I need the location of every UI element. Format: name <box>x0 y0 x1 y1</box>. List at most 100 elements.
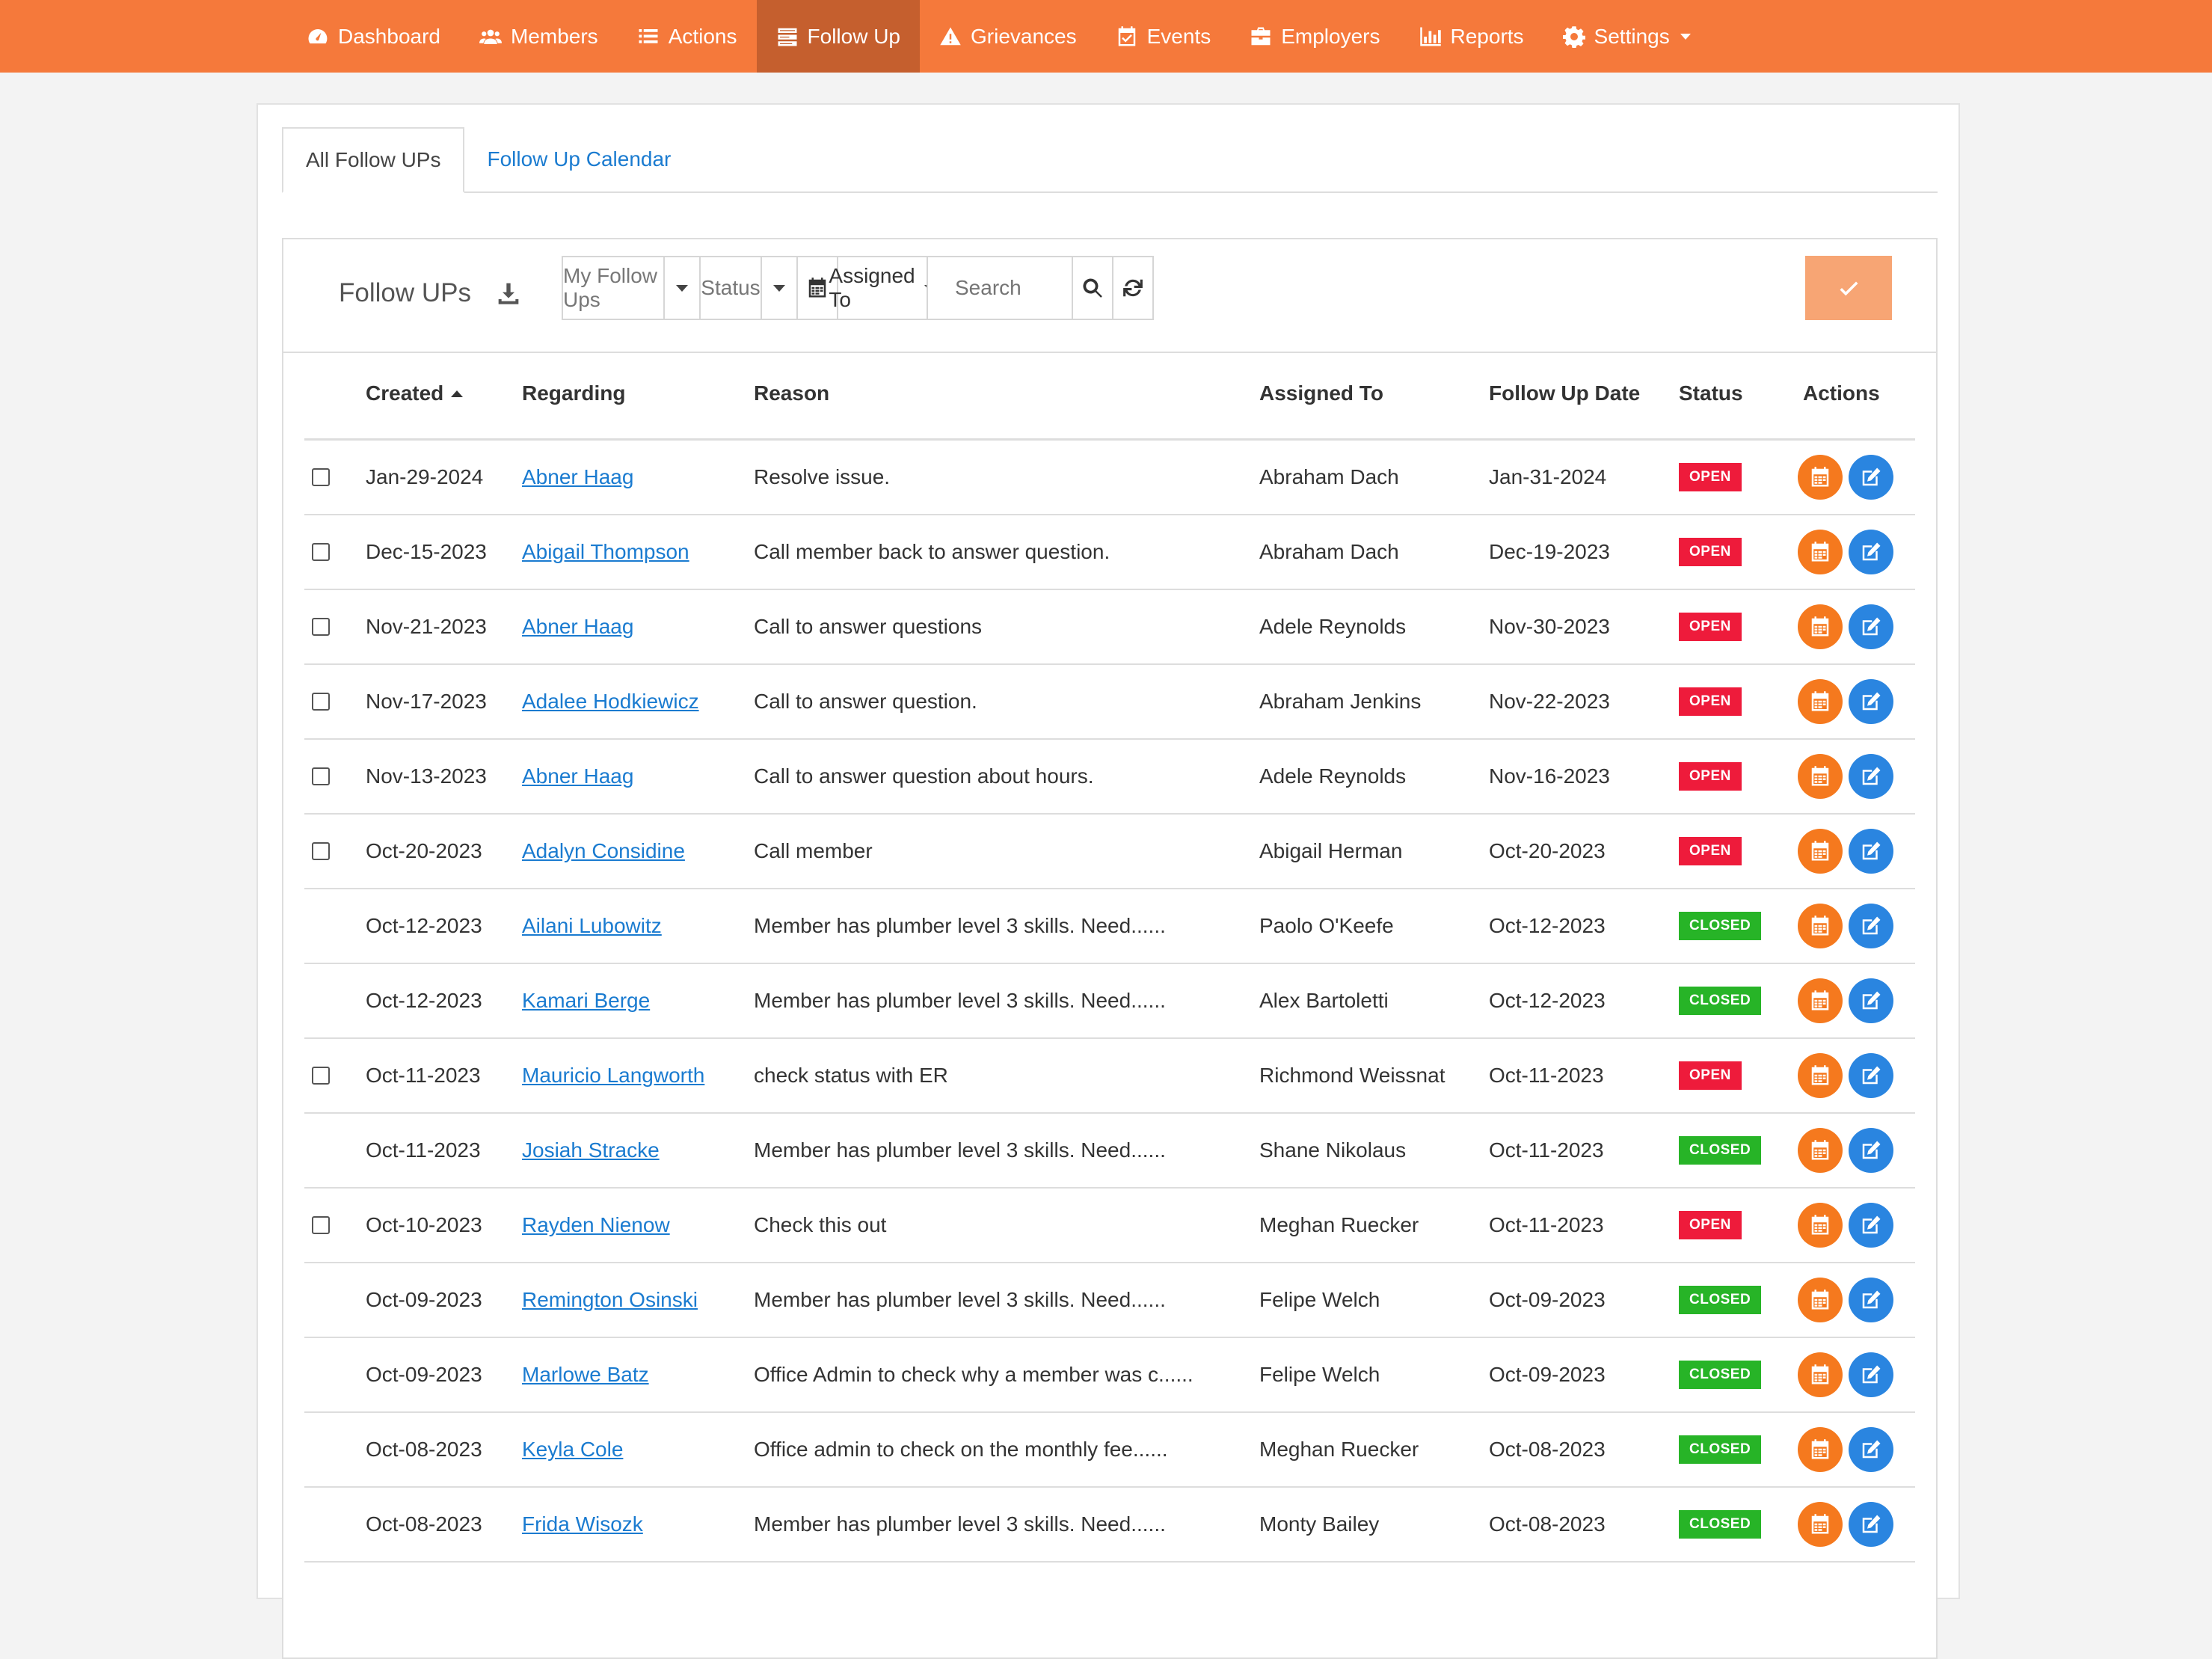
edit-button[interactable] <box>1849 1128 1893 1173</box>
column-header-reason[interactable]: Reason <box>754 381 829 405</box>
edit-button[interactable] <box>1849 679 1893 724</box>
nav-events[interactable]: Events <box>1096 0 1231 73</box>
nav-settings[interactable]: Settings <box>1543 0 1710 73</box>
status-dropdown[interactable] <box>761 256 798 320</box>
created-date: Oct-08-2023 <box>366 1438 482 1461</box>
edit-button[interactable] <box>1849 455 1893 500</box>
users-icon <box>479 29 502 44</box>
schedule-button[interactable] <box>1798 829 1843 874</box>
table-row: Nov-21-2023 Abner Haag Call to answer ques… <box>304 590 1915 665</box>
schedule-button[interactable] <box>1798 1352 1843 1397</box>
nav-employers[interactable]: Employers <box>1230 0 1399 73</box>
search-button[interactable] <box>1072 256 1113 320</box>
regarding-member-link[interactable]: Frida Wisozk <box>522 1512 643 1536</box>
caret-down-icon <box>1680 33 1691 40</box>
nav-reports[interactable]: Reports <box>1400 0 1543 73</box>
regarding-member-link[interactable]: Rayden Nienow <box>522 1213 670 1237</box>
row-checkbox[interactable] <box>312 543 330 561</box>
nav-grievances[interactable]: Grievances <box>920 0 1096 73</box>
regarding-member-link[interactable]: Keyla Cole <box>522 1438 623 1462</box>
row-checkbox[interactable] <box>312 693 330 711</box>
edit-button[interactable] <box>1849 754 1893 799</box>
nav-actions[interactable]: Actions <box>618 0 757 73</box>
download-icon[interactable] <box>497 281 520 305</box>
schedule-button[interactable] <box>1798 1278 1843 1322</box>
edit-button[interactable] <box>1849 530 1893 574</box>
panel-title-text: Follow UPs <box>339 278 471 307</box>
tab-all-follow-ups[interactable]: All Follow UPs <box>282 127 465 193</box>
row-checkbox[interactable] <box>312 1216 330 1234</box>
regarding-member-link[interactable]: Abner Haag <box>522 764 633 788</box>
edit-icon <box>1862 617 1881 636</box>
created-date: Oct-09-2023 <box>366 1288 482 1311</box>
edit-button[interactable] <box>1849 1203 1893 1248</box>
regarding-member-link[interactable]: Abner Haag <box>522 465 633 489</box>
refresh-button[interactable] <box>1112 256 1154 320</box>
schedule-button[interactable] <box>1798 455 1843 500</box>
nav-dashboard[interactable]: Dashboard <box>287 0 460 73</box>
edit-button[interactable] <box>1849 829 1893 874</box>
nav-follow-up[interactable]: Follow Up <box>756 0 920 73</box>
schedule-button[interactable] <box>1798 530 1843 574</box>
my-follow-ups-select[interactable]: My Follow Ups <box>562 256 665 320</box>
column-header-assigned-to[interactable]: Assigned To <box>1259 381 1383 405</box>
assigned-to-dropdown[interactable]: Assigned To <box>829 256 936 320</box>
regarding-member-link[interactable]: Ailani Lubowitz <box>522 914 662 938</box>
row-checkbox[interactable] <box>312 468 330 486</box>
nav-members[interactable]: Members <box>460 0 618 73</box>
regarding-member-link[interactable]: Mauricio Langworth <box>522 1064 704 1088</box>
status-badge: CLOSED <box>1679 1435 1762 1464</box>
regarding-member-link[interactable]: Abner Haag <box>522 615 633 639</box>
schedule-button[interactable] <box>1798 904 1843 948</box>
schedule-button[interactable] <box>1798 1203 1843 1248</box>
column-header-regarding[interactable]: Regarding <box>522 381 625 405</box>
regarding-member-link[interactable]: Josiah Stracke <box>522 1138 660 1162</box>
edit-button[interactable] <box>1849 904 1893 948</box>
column-header-follow-up-date[interactable]: Follow Up Date <box>1489 381 1640 405</box>
schedule-button[interactable] <box>1798 1502 1843 1547</box>
regarding-member-link[interactable]: Remington Osinski <box>522 1288 698 1312</box>
row-checkbox[interactable] <box>312 767 330 785</box>
regarding-member-link[interactable]: Marlowe Batz <box>522 1363 649 1387</box>
my-follow-ups-dropdown[interactable] <box>663 256 701 320</box>
edit-button[interactable] <box>1849 1427 1893 1472</box>
edit-button[interactable] <box>1849 1352 1893 1397</box>
edit-button[interactable] <box>1849 1053 1893 1098</box>
table-row: Oct-11-2023 Mauricio Langworth check statu… <box>304 1039 1915 1114</box>
table-row: Dec-15-2023 Abigail Thompson Call member b… <box>304 515 1915 590</box>
assigned-to-name: Paolo O'Keefe <box>1259 914 1394 937</box>
edit-button[interactable] <box>1849 1502 1893 1547</box>
column-header-created[interactable]: Created <box>366 381 464 405</box>
schedule-button[interactable] <box>1798 1053 1843 1098</box>
row-checkbox[interactable] <box>312 618 330 636</box>
assigned-to-name: Abigail Herman <box>1259 839 1403 862</box>
regarding-member-link[interactable]: Adalyn Considine <box>522 839 685 863</box>
calendar-icon <box>1811 1290 1829 1310</box>
status-select[interactable]: Status <box>699 256 762 320</box>
search-input[interactable] <box>927 256 1073 320</box>
schedule-button[interactable] <box>1798 679 1843 724</box>
column-header-status[interactable]: Status <box>1679 381 1743 405</box>
schedule-button[interactable] <box>1798 1128 1843 1173</box>
row-checkbox[interactable] <box>312 1067 330 1085</box>
bulk-complete-button[interactable] <box>1805 256 1892 320</box>
regarding-member-link[interactable]: Abigail Thompson <box>522 540 689 564</box>
row-checkbox[interactable] <box>312 842 330 860</box>
schedule-button[interactable] <box>1798 1427 1843 1472</box>
tab-follow-up-calendar[interactable]: Follow Up Calendar <box>464 127 693 191</box>
schedule-button[interactable] <box>1798 978 1843 1023</box>
created-date: Oct-11-2023 <box>366 1064 481 1087</box>
edit-button[interactable] <box>1849 1278 1893 1322</box>
calendar-icon <box>1811 1140 1829 1160</box>
regarding-member-link[interactable]: Kamari Berge <box>522 989 650 1013</box>
edit-button[interactable] <box>1849 604 1893 649</box>
edit-button[interactable] <box>1849 978 1893 1023</box>
edit-icon <box>1862 991 1881 1010</box>
schedule-button[interactable] <box>1798 754 1843 799</box>
reason-text: Member has plumber level 3 skills. Need.… <box>754 1138 1166 1162</box>
regarding-member-link[interactable]: Adalee Hodkiewicz <box>522 690 699 714</box>
table-row: Nov-17-2023 Adalee Hodkiewicz Call to answ… <box>304 665 1915 740</box>
nav-label: Settings <box>1594 24 1670 48</box>
reason-text: Office Admin to check why a member was c… <box>754 1363 1193 1386</box>
schedule-button[interactable] <box>1798 604 1843 649</box>
